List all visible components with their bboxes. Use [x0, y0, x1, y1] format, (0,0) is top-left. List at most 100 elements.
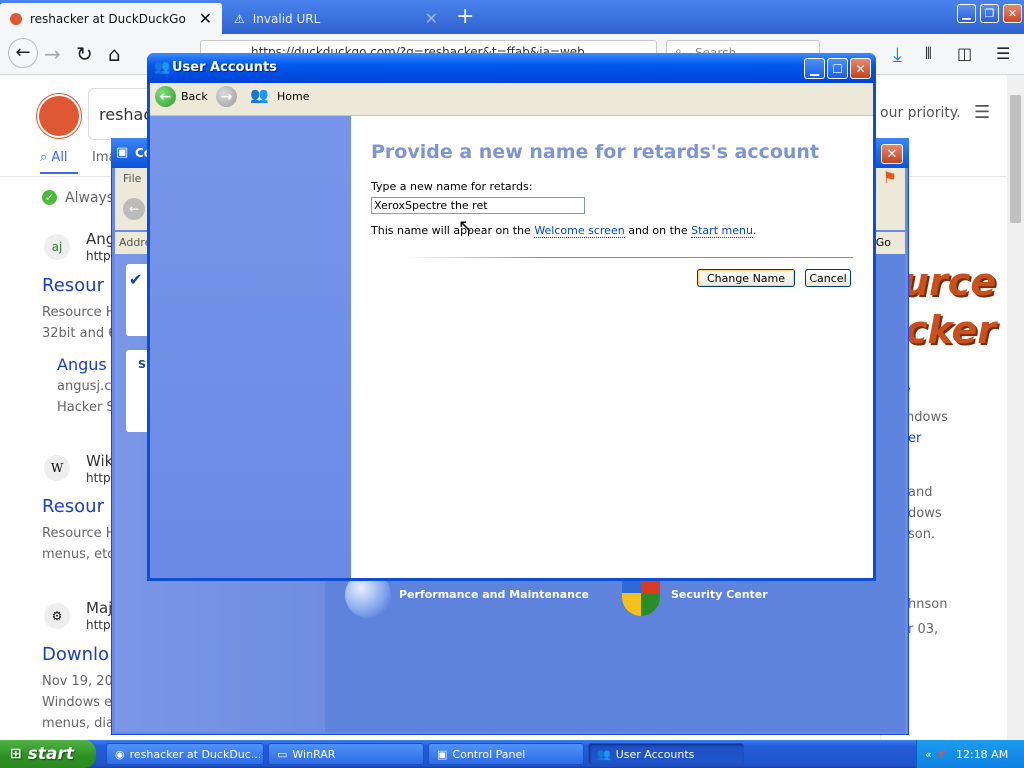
result-title-link[interactable]: Resour: [42, 496, 104, 517]
sub-result-link[interactable]: Angus J: [57, 355, 117, 374]
duckduckgo-favicon-icon: [10, 12, 22, 25]
forward-arrow-icon[interactable]: →: [44, 42, 61, 66]
library-icon[interactable]: ⫴: [925, 44, 932, 64]
window-title: User Accounts: [172, 60, 277, 75]
taskbar-item-firefox[interactable]: ◉ reshacker at DuckDuc...: [106, 743, 264, 765]
result-url[interactable]: http: [86, 618, 111, 632]
wikipedia-icon: W: [44, 455, 70, 481]
always-text: Always: [65, 190, 115, 206]
panel-text: ndows: [906, 410, 948, 425]
sidebar-icon[interactable]: ◫: [957, 44, 972, 63]
panel-text: and: [908, 485, 933, 500]
task-label: WinRAR: [292, 747, 336, 761]
windows-flag-icon: ⚑: [882, 168, 897, 187]
users-icon: 👥: [597, 747, 611, 761]
result-snippet: menus, etc: [42, 547, 115, 562]
mouse-pointer-icon: ↖: [458, 216, 474, 237]
firefox-icon: ◉: [115, 747, 125, 761]
forward-arrow-icon[interactable]: →: [216, 86, 237, 107]
duckduckgo-logo[interactable]: [37, 94, 81, 138]
close-button[interactable]: ✕: [1003, 4, 1022, 23]
minimize-button[interactable]: ▁: [804, 58, 825, 79]
new-tab-icon[interactable]: +: [456, 4, 474, 29]
close-button[interactable]: ✕: [850, 58, 871, 79]
back-arrow-icon[interactable]: ←: [8, 38, 38, 68]
downloads-icon[interactable]: ⤓: [893, 42, 902, 66]
result-date: Nov 19, 20: [42, 674, 113, 689]
note-text: .: [752, 224, 757, 237]
panel-link[interactable]: er: [908, 431, 921, 446]
checkmark-icon: ✔: [129, 270, 143, 289]
tray-chevron-icon[interactable]: «: [925, 748, 932, 761]
restore-button[interactable]: ❐: [980, 4, 999, 23]
menu-icon[interactable]: ☰: [996, 44, 1010, 63]
result-title-link[interactable]: Downlo: [42, 644, 109, 665]
clock[interactable]: 12:18 AM: [956, 748, 1008, 761]
panel-text: r 03,: [908, 622, 939, 637]
scrollbar-thumb[interactable]: [1010, 95, 1021, 223]
category-performance[interactable]: Performance and Maintenance: [399, 588, 589, 601]
task-label: reshacker at DuckDuc...: [129, 747, 262, 761]
taskbar-item-control-panel[interactable]: ▣ Control Panel: [428, 743, 584, 765]
tab-title: reshacker at DuckDuckGo: [30, 11, 186, 26]
back-arrow-icon[interactable]: ←: [155, 86, 176, 107]
start-button[interactable]: ⊞ start: [0, 740, 96, 768]
result-title-link[interactable]: Resour: [42, 275, 104, 296]
windows-logo-icon: ⊞: [10, 746, 22, 762]
active-tab-underline: [40, 172, 78, 174]
minimize-button[interactable]: ▁: [957, 4, 976, 23]
warning-icon: ⚠: [234, 11, 245, 26]
browser-tab-invalid-url[interactable]: ⚠ Invalid URL ✕: [224, 3, 448, 34]
users-icon: 👥: [154, 60, 171, 75]
tab-title: Invalid URL: [252, 11, 321, 26]
change-name-button[interactable]: Change Name: [697, 269, 795, 287]
result-snippet: Windows e: [42, 695, 113, 710]
result-snippet: menus, dia: [42, 716, 115, 731]
welcome-screen-link[interactable]: Welcome screen: [534, 224, 625, 238]
reload-icon[interactable]: ↻: [76, 42, 93, 66]
separator-line: [406, 257, 853, 258]
cancel-button[interactable]: Cancel: [805, 269, 851, 287]
control-panel-icon: ▣: [116, 145, 129, 160]
result-site: Wik: [86, 452, 114, 470]
result-url[interactable]: http: [86, 471, 111, 485]
privacy-text: our priority.: [880, 105, 961, 121]
maximize-button[interactable]: ☐: [827, 58, 848, 79]
taskbar-item-winrar[interactable]: ▭ WinRAR: [268, 743, 424, 765]
tab-all-label: All: [51, 150, 68, 165]
home-users-icon[interactable]: 👥: [250, 86, 269, 104]
control-panel-close-button[interactable]: ✕: [881, 144, 903, 164]
go-button[interactable]: Go: [876, 236, 891, 249]
category-security-center[interactable]: Security Center: [671, 588, 768, 601]
home-button-label[interactable]: Home: [277, 90, 309, 103]
close-tab-icon[interactable]: ✕: [425, 9, 438, 28]
task-label: Control Panel: [452, 747, 526, 761]
result-snippet: Resource H: [42, 526, 116, 541]
close-tab-icon[interactable]: ✕: [199, 9, 212, 28]
panel-text: hnson: [908, 597, 948, 612]
menu-file[interactable]: File: [123, 172, 141, 185]
magnifier-icon: ⌕: [40, 150, 52, 165]
start-menu-link[interactable]: Start menu: [691, 224, 753, 238]
task-label: User Accounts: [615, 747, 695, 761]
sub-result-snippet: Hacker S: [57, 400, 115, 415]
new-name-input[interactable]: [371, 197, 585, 214]
taskbar-item-user-accounts[interactable]: 👥 User Accounts: [588, 743, 744, 765]
back-button-label[interactable]: Back: [181, 90, 208, 103]
name-field-label: Type a new name for retards:: [371, 180, 533, 193]
back-icon[interactable]: ←: [123, 198, 145, 220]
page-heading: Provide a new name for retards's account: [371, 141, 820, 163]
result-url[interactable]: http: [86, 249, 111, 263]
home-icon[interactable]: ⌂: [108, 42, 121, 66]
sub-result-url: angusj.co: [57, 379, 120, 394]
hamburger-menu-icon[interactable]: ☰: [974, 102, 990, 123]
result-favicon: ⚙: [44, 603, 70, 629]
start-label: start: [27, 744, 74, 764]
note-text: and on the: [624, 224, 692, 237]
tab-all[interactable]: ⌕ All: [40, 150, 68, 165]
browser-tab-duckduckgo[interactable]: reshacker at DuckDuckGo ✕: [0, 3, 222, 34]
panel-text: son.: [908, 527, 936, 542]
security-alert-icon[interactable]: ⛨: [937, 747, 945, 761]
user-accounts-side-pane: [150, 116, 351, 578]
result-site: Maj: [86, 599, 113, 617]
